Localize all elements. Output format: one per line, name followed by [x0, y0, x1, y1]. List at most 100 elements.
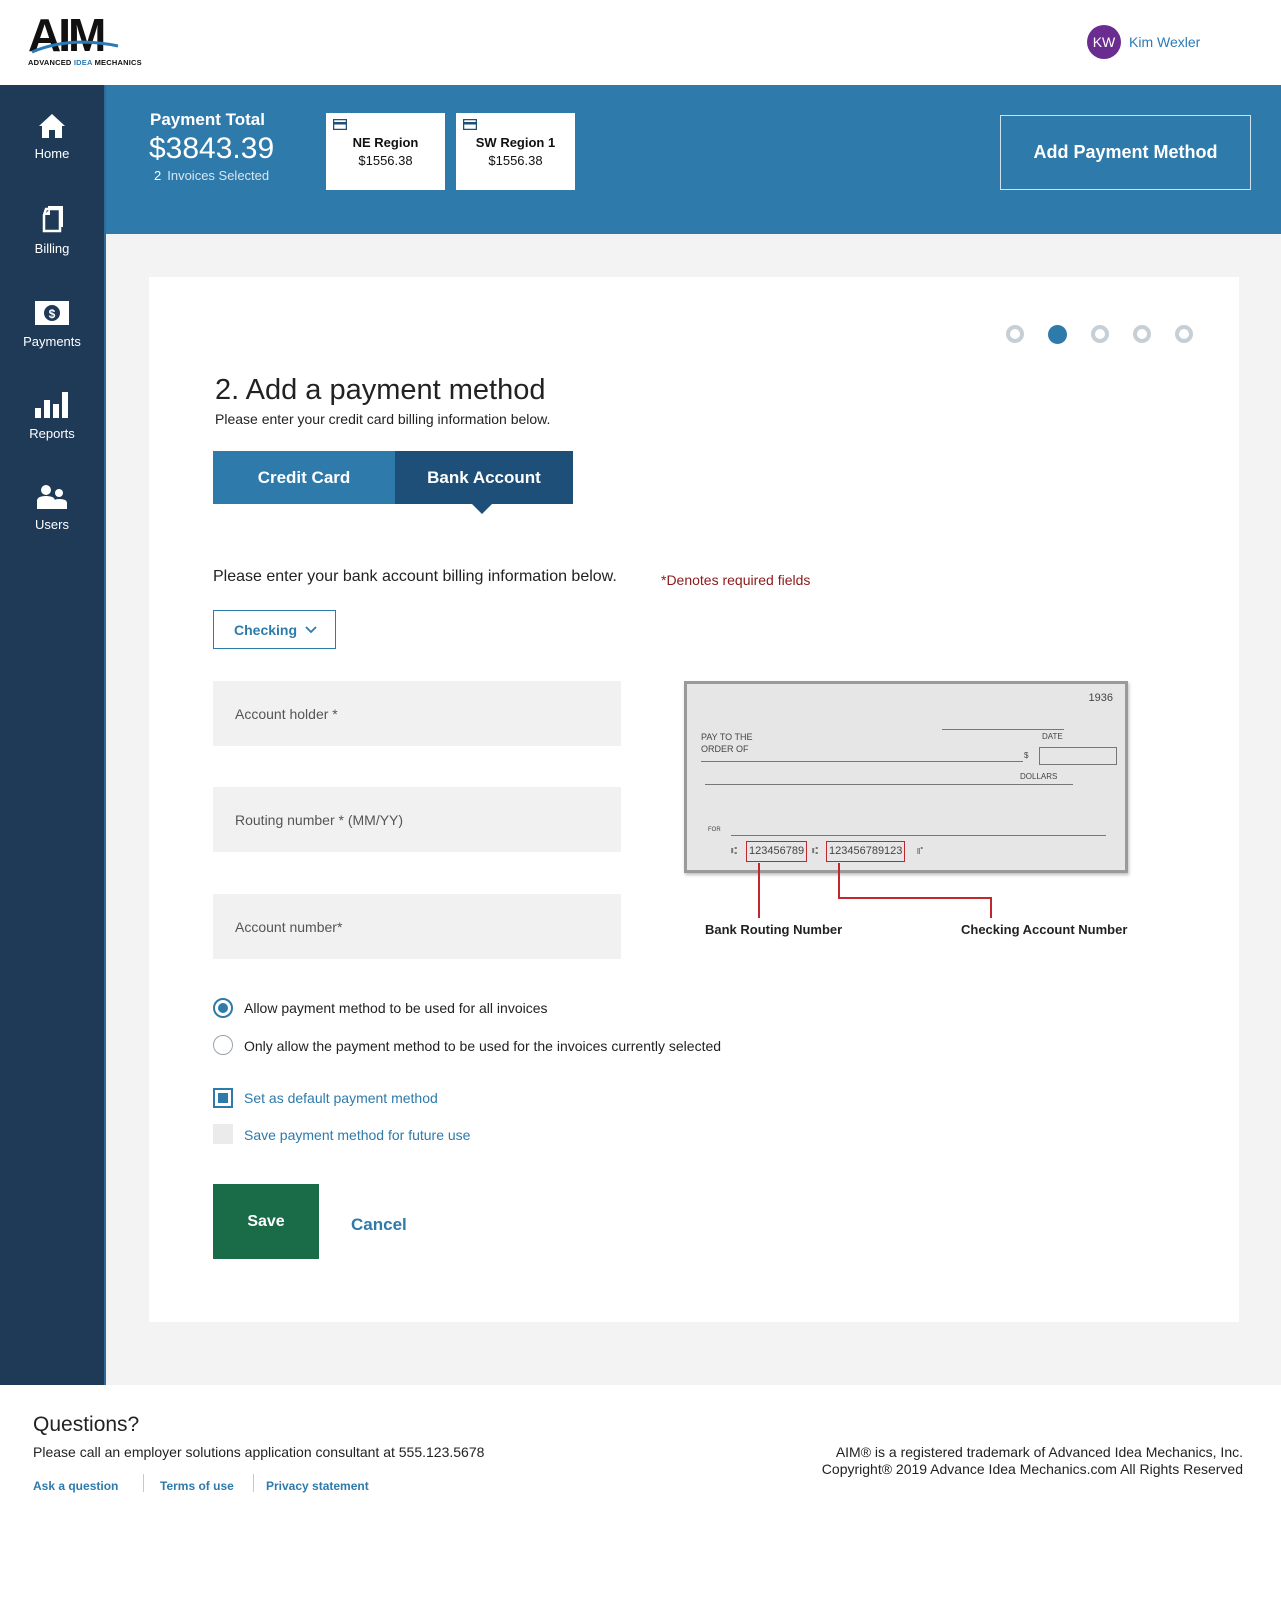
payments-icon: $: [35, 301, 69, 325]
radio-selected-invoices[interactable]: [213, 1035, 233, 1055]
link-terms-of-use[interactable]: Terms of use: [160, 1479, 234, 1493]
check-account-sample: 123456789123: [826, 841, 906, 862]
account-leader-line: [838, 897, 991, 899]
check-routing-sample: 123456789: [746, 841, 808, 862]
region-card-sw[interactable]: SW Region 1 $1556.38: [456, 113, 575, 190]
sidebar-item-label: Billing: [34, 241, 70, 256]
reports-icon: [35, 392, 68, 418]
check-payee-line: [701, 761, 1023, 762]
step-dot-5[interactable]: [1175, 325, 1193, 343]
step-dot-3[interactable]: [1091, 325, 1109, 343]
save-button[interactable]: Save: [213, 1184, 319, 1259]
routing-number-field[interactable]: Routing number * (MM/YY): [213, 787, 621, 852]
footer-divider: [143, 1474, 144, 1492]
sidebar-item-label: Payments: [23, 334, 81, 349]
svg-text:$: $: [49, 307, 56, 321]
region-name: SW Region 1: [475, 135, 556, 150]
footer-divider: [253, 1474, 254, 1492]
logo-swoosh-icon: [31, 40, 119, 54]
checkbox-save-future-label[interactable]: Save payment method for future use: [244, 1127, 470, 1143]
check-memo-line: [731, 835, 1106, 836]
check-dollars-line: [705, 784, 1073, 785]
invoice-count: 2: [154, 168, 162, 183]
sidebar-item-users[interactable]: Users: [0, 483, 104, 532]
sample-check-illustration: 1936 DATE PAY TO THE ORDER OF $ DOLLARS …: [684, 681, 1128, 873]
region-amount: $1556.38: [358, 153, 413, 168]
page-title: 2. Add a payment method: [215, 374, 546, 406]
sidebar-item-label: Users: [35, 517, 69, 532]
payment-total-amount: $3843.39: [149, 132, 275, 165]
tab-credit-card[interactable]: Credit Card: [213, 451, 395, 504]
page-subtitle: Please enter your credit card billing in…: [215, 411, 551, 427]
sidebar: Home Billing $ Payments Reports Users: [0, 85, 106, 1385]
user-menu[interactable]: KW Kim Wexler: [1087, 25, 1200, 59]
card-icon: [333, 119, 347, 130]
sidebar-item-home[interactable]: Home: [0, 112, 104, 161]
add-payment-method-button[interactable]: Add Payment Method: [1000, 115, 1251, 190]
step-dot-2[interactable]: [1048, 325, 1067, 344]
payment-total-label: Payment Total: [150, 110, 265, 129]
step-dot-1[interactable]: [1006, 325, 1024, 343]
card-icon: [463, 119, 477, 130]
radio-selected-invoices-label[interactable]: Only allow the payment method to be used…: [244, 1038, 721, 1054]
active-tab-pointer: [472, 504, 492, 514]
check-amount-box: [1039, 747, 1117, 765]
check-for-label: FOR: [708, 827, 721, 833]
invoice-count-text: Invoices Selected: [167, 168, 270, 183]
check-date-label: DATE: [1042, 732, 1063, 741]
region-amount: $1556.38: [488, 153, 543, 168]
legal-text: AIM® is a registered trademark of Advanc…: [822, 1444, 1243, 1478]
account-holder-field[interactable]: Account holder *: [213, 681, 621, 746]
checkbox-save-future[interactable]: [213, 1124, 233, 1144]
legal-line-2: Copyright® 2019 Advance Idea Mechanics.c…: [821, 1461, 1243, 1477]
users-icon: [37, 485, 67, 509]
sidebar-item-reports[interactable]: Reports: [0, 390, 104, 441]
billing-icon: [42, 206, 63, 233]
step-dot-4[interactable]: [1133, 325, 1151, 343]
home-icon: [39, 114, 65, 138]
region-name: NE Region: [352, 135, 419, 150]
required-fields-note: *Denotes required fields: [661, 572, 811, 588]
micr-symbol-icon: ⑆: [731, 846, 737, 857]
avatar[interactable]: KW: [1087, 25, 1121, 59]
sidebar-item-payments[interactable]: $ Payments: [0, 298, 104, 349]
top-header: AIM ADVANCED IDEA MECHANICS KW Kim Wexle…: [0, 0, 1281, 85]
tab-bank-account[interactable]: Bank Account: [395, 451, 573, 504]
check-dollar-sign: $: [1024, 751, 1029, 760]
check-number: 1936: [1088, 692, 1113, 704]
legal-line-1: AIM® is a registered trademark of Advanc…: [835, 1444, 1243, 1460]
sidebar-item-label: Reports: [29, 426, 75, 441]
link-ask-question[interactable]: Ask a question: [33, 1479, 118, 1493]
questions-text: Please call an employer solutions applic…: [33, 1444, 485, 1460]
micr-symbol-icon: ⑆: [812, 846, 818, 857]
sidebar-item-label: Home: [34, 146, 70, 161]
check-dollars-label: DOLLARS: [1020, 772, 1058, 781]
sidebar-item-billing[interactable]: Billing: [0, 205, 104, 256]
step-indicator: [1006, 325, 1217, 344]
invoices-selected: 2 Invoices Selected: [154, 168, 269, 183]
user-name[interactable]: Kim Wexler: [1129, 34, 1200, 50]
cancel-button[interactable]: Cancel: [351, 1215, 407, 1235]
aim-logo[interactable]: AIM ADVANCED IDEA MECHANICS: [28, 12, 158, 70]
check-pay-to: PAY TO THE ORDER OF: [701, 732, 753, 754]
checkbox-default-payment-label[interactable]: Set as default payment method: [244, 1090, 438, 1106]
radio-all-invoices-label[interactable]: Allow payment method to be used for all …: [244, 1000, 548, 1016]
account-number-field[interactable]: Account number*: [213, 894, 621, 959]
logo-tagline: ADVANCED IDEA MECHANICS: [28, 58, 142, 67]
questions-title: Questions?: [33, 1413, 140, 1436]
account-type-select[interactable]: Checking: [213, 610, 336, 649]
checkbox-default-payment[interactable]: [213, 1088, 233, 1108]
account-leader-line: [838, 863, 840, 898]
routing-leader-line: [758, 863, 760, 918]
micr-symbol-icon: ⑈: [917, 846, 923, 857]
chevron-down-icon: [305, 625, 317, 633]
account-caption: Checking Account Number: [961, 922, 1128, 937]
radio-all-invoices[interactable]: [213, 998, 233, 1018]
account-leader-line: [990, 897, 992, 918]
account-type-value: Checking: [234, 621, 298, 638]
bank-intro-text: Please enter your bank account billing i…: [213, 568, 617, 585]
check-date-line: [942, 729, 1064, 730]
link-privacy-statement[interactable]: Privacy statement: [266, 1479, 369, 1493]
routing-caption: Bank Routing Number: [705, 922, 843, 937]
region-card-ne[interactable]: NE Region $1556.38: [326, 113, 445, 190]
